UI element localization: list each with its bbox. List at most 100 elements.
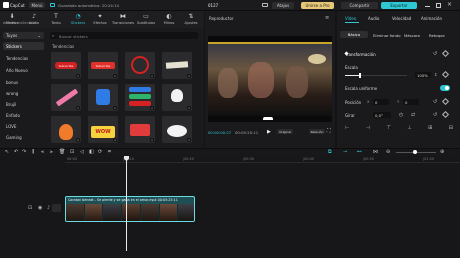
- tab-efectos[interactable]: ✦ Efectos: [91, 12, 109, 27]
- keyframe-icon[interactable]: [441, 110, 450, 119]
- maximize-icon[interactable]: [436, 3, 441, 8]
- reset-icon[interactable]: ↺: [433, 51, 437, 57]
- tab-subtitulos[interactable]: ▭ Subtítulos: [137, 12, 155, 27]
- tab-stickers[interactable]: ◔ Stickers: [69, 12, 87, 27]
- relation-button[interactable]: Relación: [309, 129, 325, 134]
- scale-value-field[interactable]: 100%: [415, 72, 431, 78]
- more-options-icon[interactable]: ≡: [325, 15, 329, 21]
- align-top-icon[interactable]: ⊥: [407, 125, 411, 133]
- zoom-slider-thumb[interactable]: [413, 150, 417, 154]
- video-clip[interactable]: Coraton beneat - Se pierde y se gana en …: [65, 196, 195, 222]
- freeze-icon[interactable]: ⊡: [70, 149, 74, 155]
- tab-animation[interactable]: Animación: [421, 16, 442, 21]
- nav-item-love[interactable]: LOVE: [6, 124, 16, 129]
- menu-button[interactable]: Menú: [29, 2, 45, 8]
- close-icon[interactable]: ×: [447, 1, 452, 8]
- tab-transiciones[interactable]: ⧓ Transiciones: [112, 12, 134, 27]
- minimize-icon[interactable]: [425, 6, 430, 7]
- split-icon[interactable]: ⫼: [32, 149, 34, 155]
- uniform-scale-toggle[interactable]: [440, 85, 450, 91]
- lock-track-icon[interactable]: ⊡: [28, 205, 32, 211]
- split-right-icon[interactable]: ⫸: [50, 149, 53, 155]
- nav-item-brujil[interactable]: Brujil: [6, 102, 16, 107]
- align-right-icon[interactable]: ⊤: [387, 125, 391, 133]
- rotate-field[interactable]: 0,0°: [373, 112, 391, 118]
- subtab-mask[interactable]: Máscara: [404, 33, 420, 38]
- sticker-search-input[interactable]: ⌕ Buscar stickers: [50, 32, 198, 39]
- position-x-field[interactable]: 0: [373, 99, 389, 105]
- sticker-tile[interactable]: ↓: [162, 52, 192, 79]
- sticker-tile[interactable]: Subscribe ↓: [51, 52, 81, 79]
- sticker-tile[interactable]: ↓: [125, 52, 155, 79]
- preview-axis-icon[interactable]: ⊷: [357, 149, 362, 155]
- subtab-remove-bg[interactable]: Eliminar fondo: [373, 33, 401, 38]
- tab-video[interactable]: Vídeo: [345, 16, 356, 21]
- nav-item-ano-nuevo[interactable]: Año Nuevo: [6, 68, 28, 73]
- ratio-button[interactable]: Original: [277, 129, 293, 134]
- fullscreen-icon[interactable]: ⛶: [327, 128, 331, 134]
- reset-icon[interactable]: ↺: [433, 112, 437, 118]
- nav-item-tendencias[interactable]: Tendencias: [6, 56, 28, 61]
- sticker-tile[interactable]: ↓: [88, 84, 118, 111]
- layout-icon[interactable]: [262, 3, 268, 7]
- rotate-icon[interactable]: ⟳: [98, 149, 102, 155]
- rotate-dial-icon[interactable]: ◴: [399, 112, 403, 118]
- subtab-retouch[interactable]: Retoque: [429, 33, 445, 38]
- category-dropdown[interactable]: Tuyos ⌄: [3, 32, 44, 39]
- flip-icon[interactable]: ⇄: [411, 112, 415, 118]
- nav-item-bonus[interactable]: bonus: [6, 80, 18, 85]
- split-left-icon[interactable]: ⫷: [41, 149, 44, 155]
- select-tool-icon[interactable]: ↖: [5, 149, 9, 155]
- delete-icon[interactable]: 🗑: [59, 149, 65, 155]
- nav-item-stickers[interactable]: Stickers: [6, 44, 22, 49]
- video-preview[interactable]: [208, 36, 332, 122]
- sticker-tile[interactable]: ↓: [162, 116, 192, 143]
- align-bottom-icon[interactable]: ⊟: [449, 125, 453, 133]
- sticker-tile[interactable]: Subscribe ↓: [88, 52, 118, 79]
- align-middle-icon[interactable]: ⊞: [428, 125, 432, 133]
- export-button[interactable]: Exportar: [381, 2, 417, 9]
- nav-item-gaming[interactable]: Gaming: [6, 135, 22, 140]
- redo-icon[interactable]: ↷: [22, 149, 26, 155]
- keyframe-icon[interactable]: [441, 70, 450, 79]
- sticker-tile[interactable]: ↓: [162, 84, 192, 111]
- reverse-icon[interactable]: ◁: [80, 149, 84, 155]
- mirror-icon[interactable]: ◧: [89, 149, 94, 155]
- sticker-tile[interactable]: ↓: [125, 116, 155, 143]
- zoom-in-icon[interactable]: ⊕: [440, 149, 444, 155]
- nav-item-enfado[interactable]: Enfado: [6, 113, 20, 118]
- position-y-field[interactable]: 0: [403, 99, 419, 105]
- undo-icon[interactable]: ↶: [14, 149, 18, 155]
- stepper-arrows-icon[interactable]: ⇕: [434, 72, 437, 77]
- magnet-icon[interactable]: ⧉: [328, 149, 332, 155]
- sticker-tile[interactable]: ↓: [125, 84, 155, 111]
- share-button[interactable]: Compartir: [341, 2, 378, 9]
- mute-track-icon[interactable]: ♪: [47, 205, 50, 211]
- play-icon[interactable]: ▶: [267, 129, 271, 135]
- sticker-tile[interactable]: ↓: [51, 116, 81, 143]
- tab-speed[interactable]: Velocidad: [392, 16, 411, 21]
- cover-button[interactable]: [52, 204, 61, 212]
- keyframe-icon[interactable]: [441, 97, 450, 106]
- reset-icon[interactable]: ↺: [433, 99, 437, 105]
- shortcuts-button[interactable]: Atajos: [272, 2, 294, 9]
- join-pro-button[interactable]: Unirse a Pro: [301, 2, 334, 9]
- nav-item-wrong[interactable]: wrong: [6, 91, 18, 96]
- timeline-playhead[interactable]: [126, 156, 127, 251]
- align-center-icon[interactable]: ⊣: [366, 125, 370, 133]
- subtab-basic[interactable]: Básico: [340, 31, 368, 38]
- playhead-handle[interactable]: [263, 117, 273, 120]
- crop-icon[interactable]: ⌗: [108, 149, 111, 155]
- tab-audio-props[interactable]: Audio: [368, 16, 379, 21]
- sticker-tile[interactable]: WOW ↓: [88, 116, 118, 143]
- tab-filtros[interactable]: ◐ Filtros: [160, 12, 178, 27]
- split-audio-icon[interactable]: ⋈: [373, 149, 378, 155]
- link-icon[interactable]: ⊸: [343, 149, 347, 155]
- scale-slider-thumb[interactable]: [359, 73, 361, 78]
- project-name[interactable]: 0127: [208, 3, 218, 8]
- sticker-tile[interactable]: ↓: [51, 84, 81, 111]
- align-left-icon[interactable]: ⊢: [345, 125, 349, 133]
- hide-track-icon[interactable]: ◉: [38, 205, 42, 211]
- keyframe-icon[interactable]: [441, 49, 450, 58]
- zoom-out-icon[interactable]: ⊖: [386, 149, 390, 155]
